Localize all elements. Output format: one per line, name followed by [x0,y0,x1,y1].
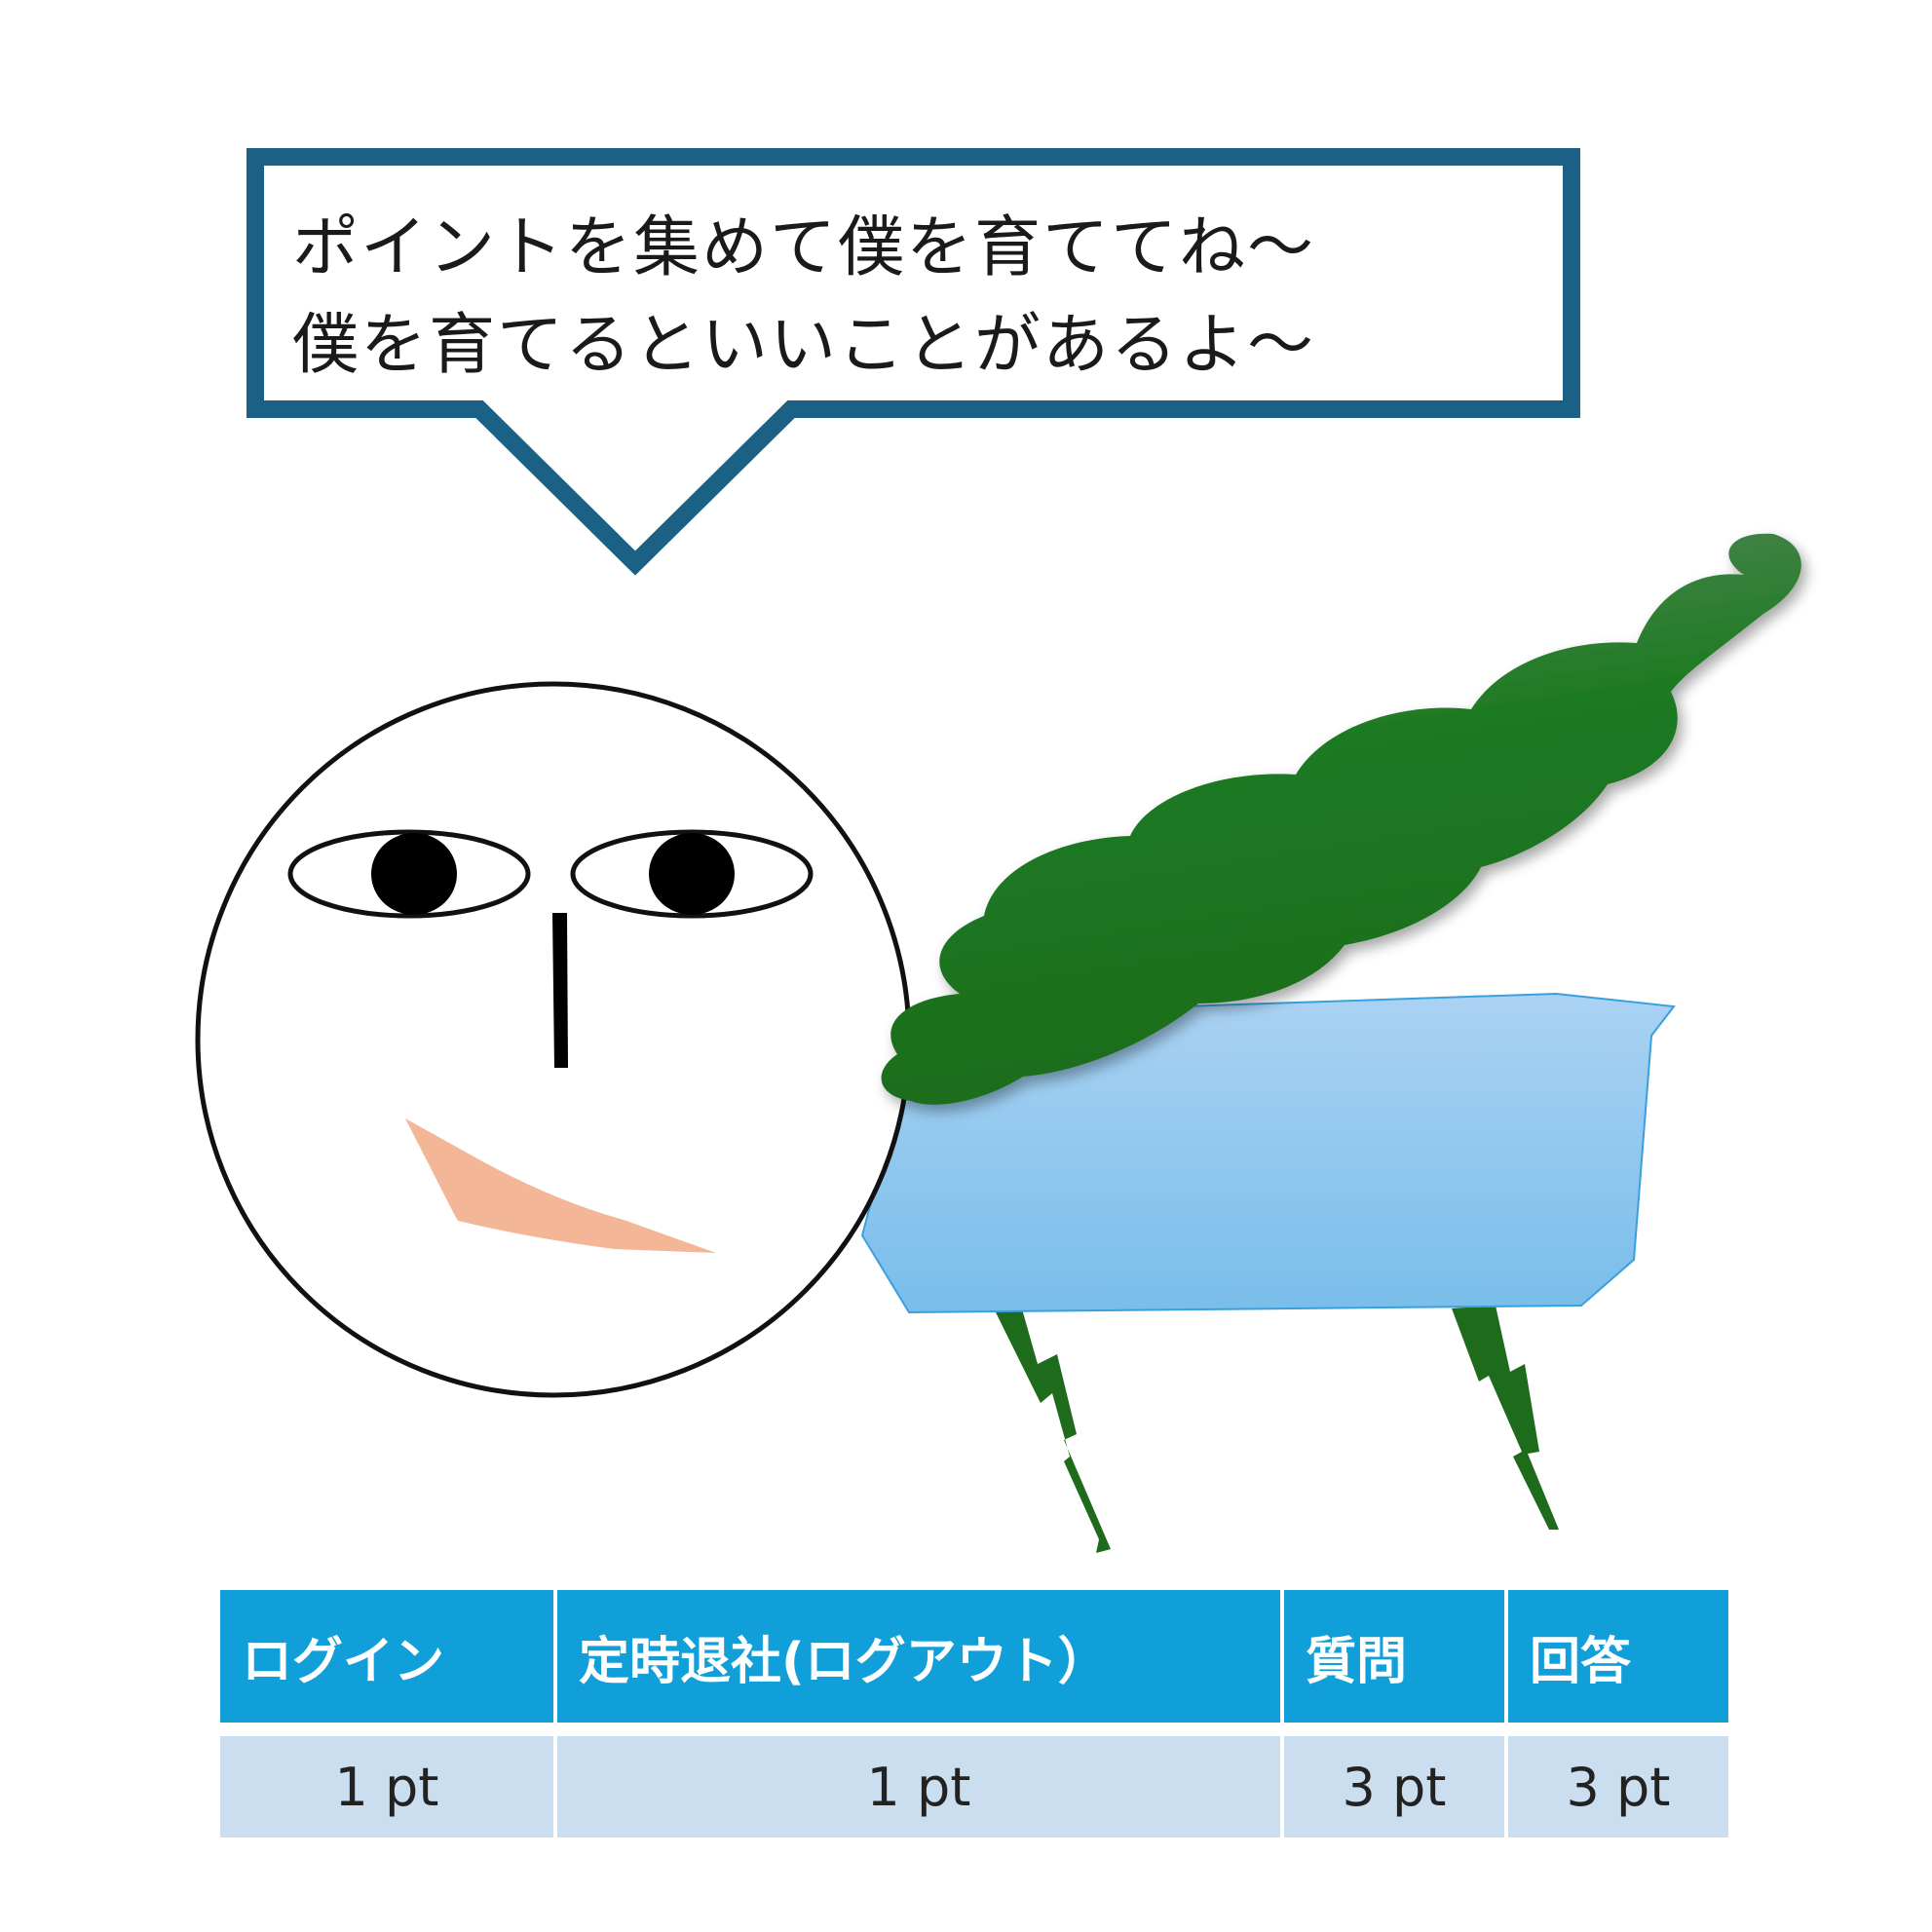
header-login: ログイン [220,1590,553,1736]
header-question: 質問 [1284,1590,1504,1736]
header-logout: 定時退社(ログアウト） [557,1590,1280,1736]
points-table-row: 1 pt 1 pt 3 pt 3 pt [220,1736,1728,1837]
points-question: 3 pt [1284,1736,1504,1837]
front-leg [994,1306,1111,1553]
back-leg [1452,1306,1559,1530]
header-answer: 回答 [1508,1590,1728,1736]
speech-line-2: 僕を育てるといいことがあるよ～ [292,307,1316,384]
speech-line-1: ポイントを集めて僕を育ててね～ [292,209,1316,286]
points-logout: 1 pt [557,1736,1280,1837]
speech-bubble-text: ポイントを集めて僕を育ててね～ 僕を育てるといいことがあるよ～ [292,200,1539,395]
nose [552,913,568,1068]
points-table-header-row: ログイン 定時退社(ログアウト） 質問 回答 [220,1590,1728,1736]
right-pupil [649,833,735,915]
points-login: 1 pt [220,1736,553,1837]
left-pupil [371,833,457,915]
points-table: ログイン 定時退社(ログアウト） 質問 回答 1 pt 1 pt 3 pt 3 … [216,1590,1732,1837]
mascot-head [195,681,912,1398]
points-answer: 3 pt [1508,1736,1728,1837]
